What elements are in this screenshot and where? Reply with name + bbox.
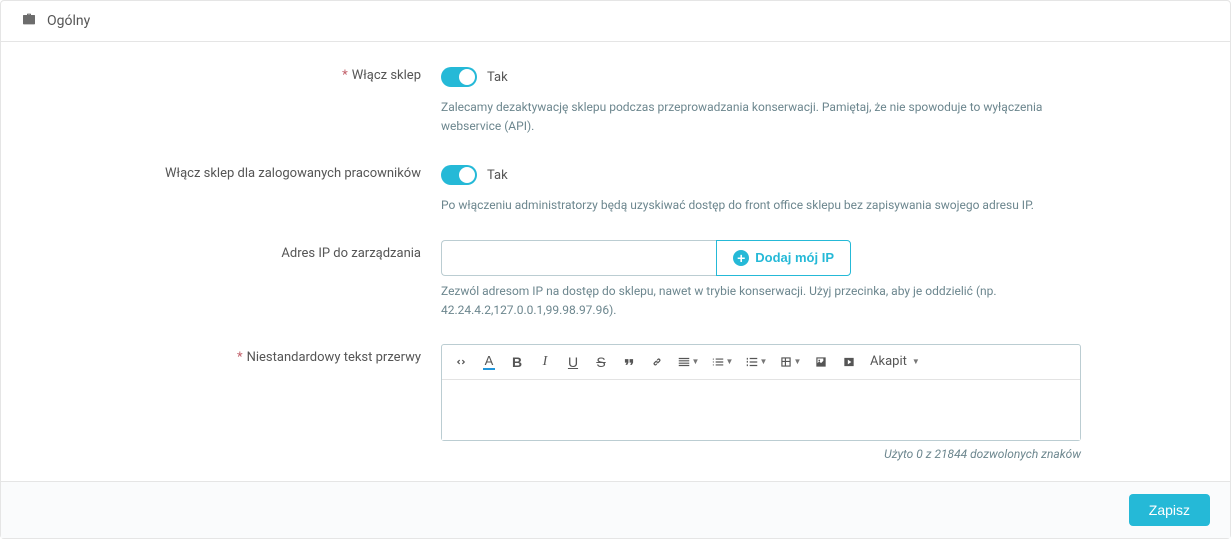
toggle-enable-shop-state: Tak <box>487 70 508 85</box>
plus-icon: + <box>733 250 749 266</box>
toggle-enable-employees-state: Tak <box>487 168 508 183</box>
panel-body: *Włącz sklep Tak Zalecamy dezaktywację s… <box>1 42 1230 481</box>
editor-content[interactable] <box>442 380 1080 440</box>
blockquote-icon[interactable] <box>616 349 642 375</box>
underline-icon[interactable]: U <box>560 349 586 375</box>
image-icon[interactable] <box>808 349 834 375</box>
text-color-icon[interactable]: A <box>476 349 502 375</box>
align-icon[interactable]: ▼ <box>672 349 704 375</box>
chevron-down-icon: ▼ <box>912 357 920 366</box>
row-custom-text: *Niestandardowy tekst przerwy A B I U S … <box>21 344 1170 461</box>
help-enable-shop: Zalecamy dezaktywację sklepu podczas prz… <box>441 98 1091 136</box>
bullet-list-icon[interactable]: ▼ <box>706 349 738 375</box>
italic-icon[interactable]: I <box>532 349 558 375</box>
save-button[interactable]: Zapisz <box>1129 494 1210 526</box>
strikethrough-icon[interactable]: S <box>588 349 614 375</box>
editor-toolbar: A B I U S ▼ ▼ ▼ ▼ Akapit <box>442 345 1080 380</box>
label-ip: Adres IP do zarządzania <box>21 240 441 261</box>
panel-title: Ogólny <box>47 13 90 29</box>
numbered-list-icon[interactable]: ▼ <box>740 349 772 375</box>
add-my-ip-button[interactable]: + Dodaj mój IP <box>716 240 851 276</box>
link-icon[interactable] <box>644 349 670 375</box>
panel-footer: Zapisz <box>1 481 1230 538</box>
row-enable-shop: *Włącz sklep Tak Zalecamy dezaktywację s… <box>21 62 1170 136</box>
toggle-enable-shop[interactable] <box>441 67 477 87</box>
bold-icon[interactable]: B <box>504 349 530 375</box>
general-panel: Ogólny *Włącz sklep Tak Zalecamy dezakty… <box>0 0 1231 539</box>
label-enable-shop: *Włącz sklep <box>21 62 441 83</box>
toggle-enable-employees[interactable] <box>441 165 477 185</box>
char-counter: Użyto 0 z 21844 dozwolonych znaków <box>441 447 1081 461</box>
row-enable-employees: Włącz sklep dla zalogowanych pracowników… <box>21 160 1170 215</box>
help-ip: Zezwól adresom IP na dostęp do sklepu, n… <box>441 282 1091 320</box>
label-custom-text: *Niestandardowy tekst przerwy <box>21 344 441 365</box>
ip-input[interactable] <box>441 240 716 276</box>
video-icon[interactable] <box>836 349 862 375</box>
row-ip: Adres IP do zarządzania + Dodaj mój IP Z… <box>21 240 1170 320</box>
paragraph-format-select[interactable]: Akapit ▼ <box>864 349 926 375</box>
label-enable-employees: Włącz sklep dla zalogowanych pracowników <box>21 160 441 181</box>
help-enable-employees: Po włączeniu administratorzy będą uzyski… <box>441 196 1091 215</box>
table-icon[interactable]: ▼ <box>774 349 806 375</box>
panel-header: Ogólny <box>1 1 1230 42</box>
rich-text-editor: A B I U S ▼ ▼ ▼ ▼ Akapit <box>441 344 1081 441</box>
briefcase-icon <box>21 11 37 31</box>
source-code-icon[interactable] <box>448 349 474 375</box>
